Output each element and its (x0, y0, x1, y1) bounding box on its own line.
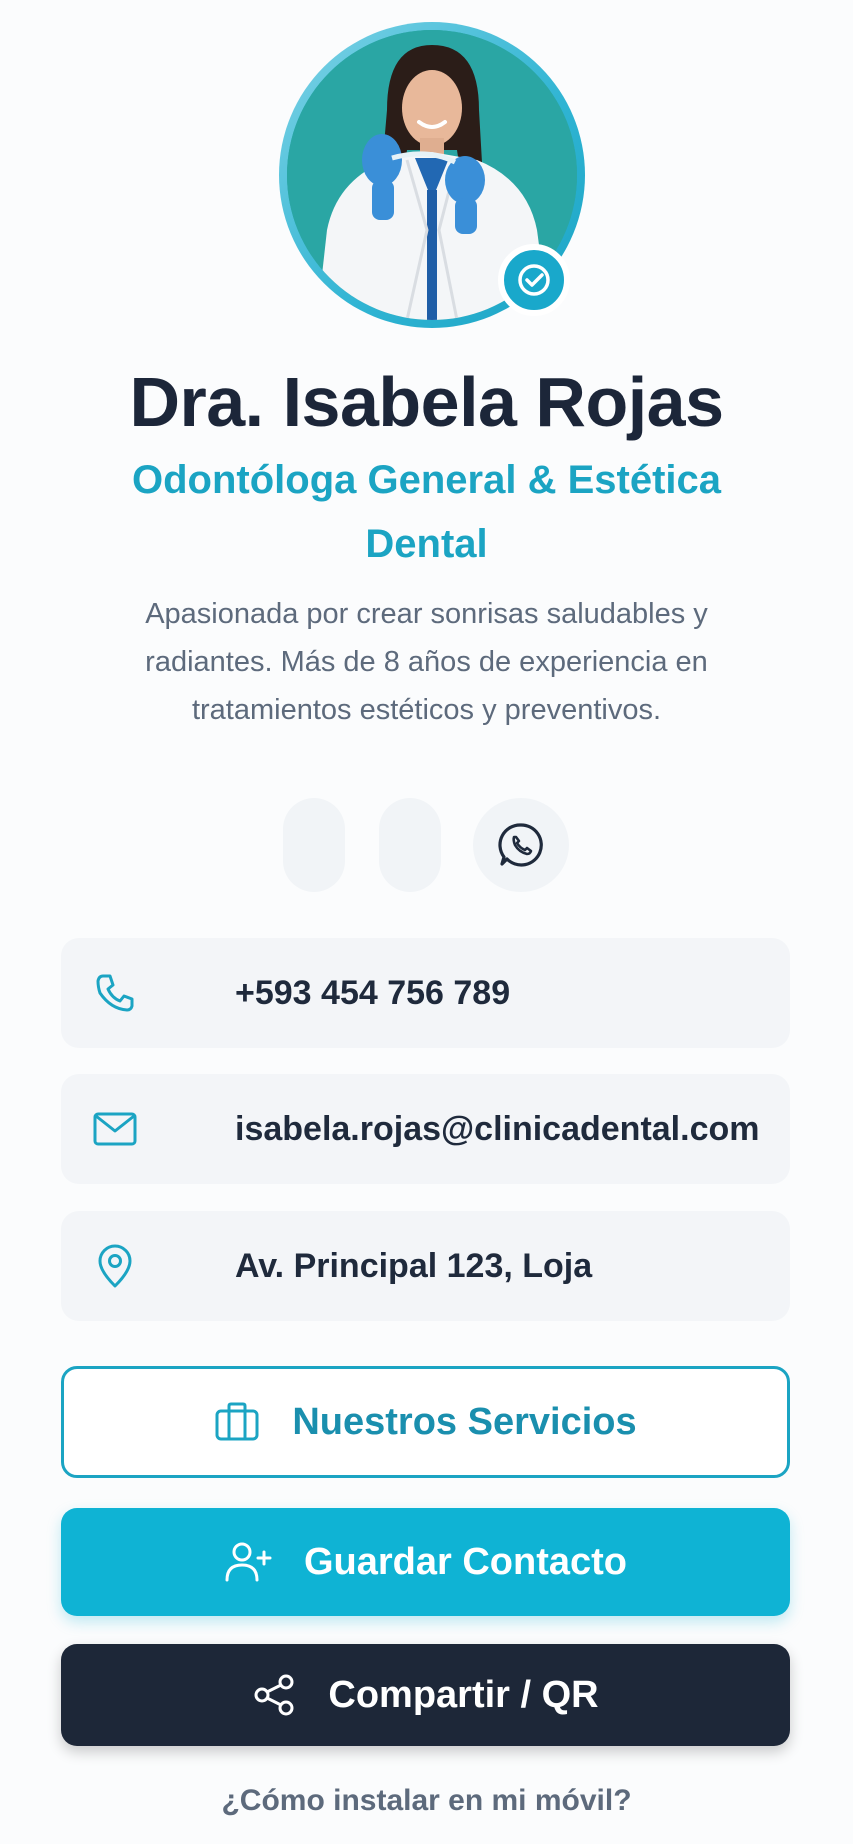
services-button-label: Nuestros Servicios (292, 1400, 637, 1443)
save-contact-label: Guardar Contacto (303, 1540, 628, 1583)
save-contact-button[interactable]: Guardar Contacto (61, 1508, 790, 1616)
phone-row[interactable]: +593 454 756 789 (61, 938, 790, 1048)
install-help-link[interactable]: ¿Cómo instalar en mi móvil? (0, 1784, 853, 1818)
address-row[interactable]: Av. Principal 123, Loja (61, 1211, 790, 1321)
social-button-2[interactable] (379, 798, 441, 892)
email-row[interactable]: isabela.rojas@clinicadental.com (61, 1074, 790, 1184)
verified-badge (498, 244, 570, 316)
email-address: isabela.rojas@clinicadental.com (235, 1109, 760, 1148)
address-text: Av. Principal 123, Loja (235, 1246, 593, 1285)
share-qr-label: Compartir / QR (328, 1673, 599, 1716)
share-qr-button[interactable]: Compartir / QR (61, 1644, 790, 1746)
phone-number: +593 454 756 789 (235, 973, 511, 1012)
share-icon (252, 1673, 296, 1717)
digital-business-card: Dra. Isabela Rojas Odontóloga General & … (0, 0, 853, 1844)
check-circle-icon (518, 264, 550, 296)
social-button-1[interactable] (283, 798, 345, 892)
briefcase-icon (214, 1401, 260, 1443)
map-pin-icon (61, 1243, 169, 1289)
whatsapp-button[interactable] (473, 798, 569, 892)
profile-bio: Apasionada por crear sonrisas saludables… (145, 598, 708, 726)
profile-name: Dra. Isabela Rojas (129, 363, 724, 441)
phone-icon (61, 971, 169, 1015)
mail-icon (61, 1109, 169, 1149)
user-plus-icon (224, 1540, 272, 1584)
profile-role: Odontóloga General & Estética Dental (131, 458, 721, 566)
whatsapp-icon (498, 823, 543, 867)
services-button[interactable]: Nuestros Servicios (61, 1366, 790, 1478)
